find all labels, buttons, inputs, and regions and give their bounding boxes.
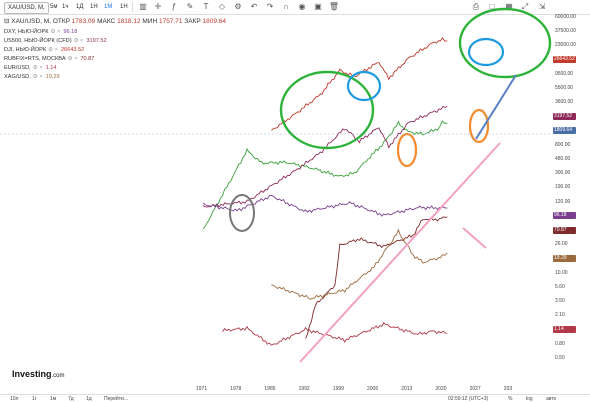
series-line[interactable]: [202, 194, 448, 217]
y-tick-label: 26.00: [555, 241, 568, 248]
annotation-ellipse[interactable]: [396, 132, 418, 168]
price-badge: 70.87: [553, 226, 576, 234]
y-tick-label: 3.50: [555, 298, 565, 304]
price-badge: 1.14: [553, 325, 576, 333]
y-tick-label: 60000.00: [555, 14, 576, 20]
x-tick-label: 1971: [196, 386, 208, 392]
annotation-ellipse[interactable]: [229, 194, 255, 232]
percent-scale-toggle[interactable]: %: [508, 396, 512, 402]
range-button[interactable]: 10л: [10, 396, 18, 402]
series-line[interactable]: [222, 322, 448, 346]
y-tick-label: 23000.00: [555, 42, 576, 49]
x-tick-label: 2020: [435, 386, 447, 392]
logo-text: Investing: [12, 369, 52, 379]
y-tick-label: 800.00: [555, 141, 571, 148]
log-scale-toggle[interactable]: log: [526, 396, 533, 402]
y-tick-label: 2.10: [555, 312, 565, 319]
y-tick-label: 0.50: [555, 354, 565, 361]
y-tick-label: 480.00: [555, 156, 571, 162]
annotation-trendline[interactable]: [299, 142, 501, 363]
drawn-annotations[interactable]: [229, 7, 552, 363]
price-badge: 19.29: [553, 254, 576, 262]
y-tick-label: 9500.00: [555, 70, 574, 77]
price-badge: 26643.52: [553, 56, 576, 64]
y-tick-label: 300.00: [555, 170, 571, 177]
annotation-trendline[interactable]: [475, 74, 517, 140]
price-badge: 96.18: [553, 212, 576, 220]
y-tick-label: 10.00: [555, 269, 568, 276]
y-tick-label: 5.60: [555, 283, 565, 290]
price-badge: 3197.52: [553, 112, 576, 120]
range-button[interactable]: 7д: [68, 396, 74, 402]
x-tick-label: 2013: [401, 386, 413, 392]
x-tick-label: 2006: [367, 386, 379, 392]
range-button[interactable]: 1д: [86, 396, 92, 402]
annotation-trendline[interactable]: [462, 227, 487, 249]
y-tick-label: 190.00: [555, 184, 571, 191]
y-tick-label: 120.00: [555, 198, 571, 205]
investing-logo: Investing.com: [12, 369, 65, 379]
x-tick-label: 2027: [469, 386, 481, 392]
range-button[interactable]: 1г: [32, 396, 37, 402]
y-tick-label: 37500.00: [555, 28, 576, 35]
x-tick-label: 1999: [332, 386, 344, 392]
clock-readout: 02:59:12 (UTC+3): [448, 396, 489, 402]
x-tick-label: 1992: [298, 386, 310, 392]
annotation-ellipse[interactable]: [279, 70, 375, 150]
price-badge: 1809.64: [553, 127, 576, 135]
y-tick-label: 5500.00: [555, 85, 574, 91]
series-line[interactable]: [202, 105, 448, 208]
auto-scale-toggle[interactable]: авто: [546, 396, 556, 402]
y-tick-label: 3600.00: [555, 99, 574, 106]
goto-button[interactable]: Перейти...: [104, 396, 128, 402]
price-chart[interactable]: [0, 0, 590, 402]
range-button[interactable]: 1м: [50, 396, 56, 402]
series-line[interactable]: [202, 120, 448, 230]
annotation-ellipse[interactable]: [467, 37, 505, 67]
x-tick-label: 203: [503, 386, 513, 392]
logo-suffix: .com: [51, 373, 65, 379]
y-tick-label: 0.80: [555, 340, 565, 347]
x-tick-label: 1978: [230, 386, 242, 392]
x-tick-label: 1985: [264, 386, 276, 392]
